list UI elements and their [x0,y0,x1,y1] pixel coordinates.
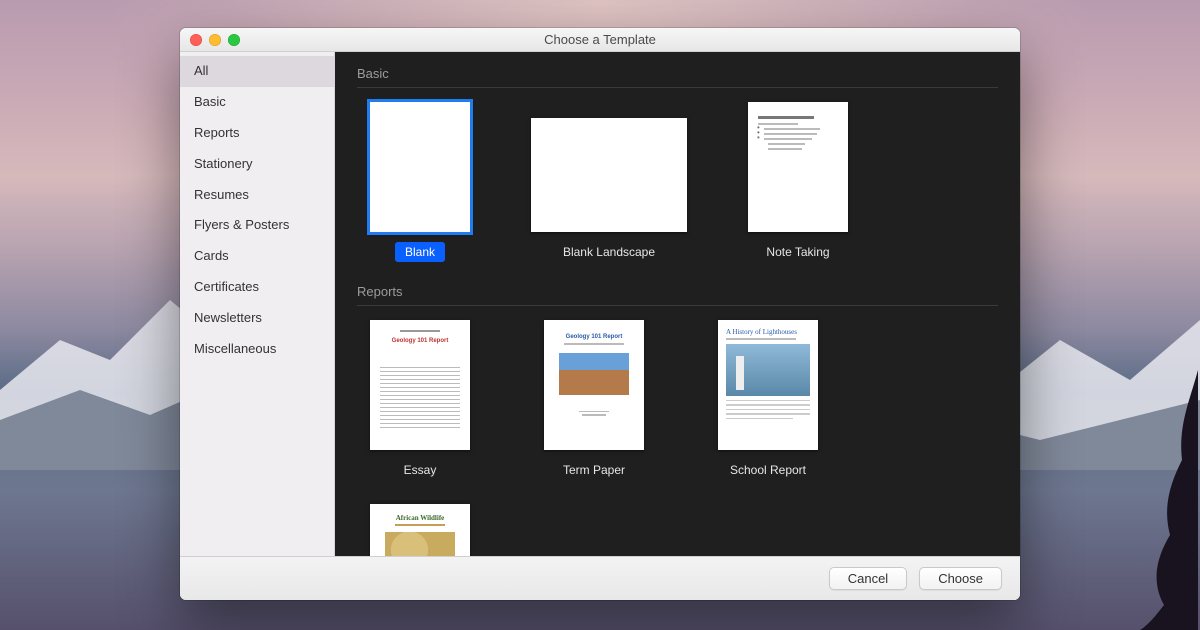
sidebar-item-newsletters[interactable]: Newsletters [180,303,334,334]
sidebar-item-stationery[interactable]: Stationery [180,149,334,180]
template-thumb: African Wildlife [370,504,470,556]
template-label: Essay [394,460,447,480]
template-thumb [531,118,687,232]
template-blank[interactable]: Blank [357,102,483,262]
sidebar-item-label: Reports [194,125,240,140]
thumb-preview-title: African Wildlife [370,514,470,522]
thumb-preview-title: Geology 101 Report [544,334,644,340]
sidebar-item-basic[interactable]: Basic [180,87,334,118]
template-thumb [370,102,470,232]
sidebar-item-label: Miscellaneous [194,341,276,356]
sidebar-item-reports[interactable]: Reports [180,118,334,149]
template-label: School Report [720,460,816,480]
window-controls [190,34,240,46]
template-thumb: Geology 101 Report [370,320,470,450]
sidebar-item-resumes[interactable]: Resumes [180,180,334,211]
footer: Cancel Choose [180,556,1020,600]
section-header-reports: Reports [357,280,998,305]
sidebar-item-label: Stationery [194,156,253,171]
window-title: Choose a Template [180,32,1020,47]
cancel-button[interactable]: Cancel [829,567,907,590]
sidebar-item-label: Certificates [194,279,259,294]
section-divider [357,305,998,306]
template-thumb [748,102,848,232]
sidebar-item-flyers-posters[interactable]: Flyers & Posters [180,210,334,241]
zoom-icon[interactable] [228,34,240,46]
template-blank-landscape[interactable]: Blank Landscape [531,102,687,262]
close-icon[interactable] [190,34,202,46]
sidebar-item-label: Cards [194,248,229,263]
section-divider [357,87,998,88]
titlebar[interactable]: Choose a Template [180,28,1020,52]
template-school-report[interactable]: A History of Lighthouses Schoo [705,320,831,480]
sidebar-item-label: Newsletters [194,310,262,325]
template-label: Blank [395,242,445,262]
template-label: Term Paper [553,460,635,480]
template-label: Blank Landscape [553,242,665,262]
thumb-preview-title: Geology 101 Report [370,338,470,344]
template-note-taking[interactable]: Note Taking [735,102,861,262]
sidebar-item-label: All [194,63,208,78]
section-header-basic: Basic [357,62,998,87]
sidebar-item-label: Basic [194,94,226,109]
template-chooser-window: Choose a Template All Basic Reports Stat… [180,28,1020,600]
template-label: Note Taking [756,242,839,262]
template-thumb: Geology 101 Report [544,320,644,450]
template-thumb: A History of Lighthouses [718,320,818,450]
template-gallery[interactable]: Basic Blank Blank Landscape [335,52,1020,556]
sidebar-item-cards[interactable]: Cards [180,241,334,272]
sidebar-item-miscellaneous[interactable]: Miscellaneous [180,334,334,365]
sidebar-item-certificates[interactable]: Certificates [180,272,334,303]
choose-button[interactable]: Choose [919,567,1002,590]
sidebar-item-all[interactable]: All [180,56,334,87]
sidebar-item-label: Flyers & Posters [194,217,289,232]
template-term-paper[interactable]: Geology 101 Report Term Paper [531,320,657,480]
sidebar-item-label: Resumes [194,187,249,202]
sidebar: All Basic Reports Stationery Resumes Fly… [180,52,335,556]
template-essay[interactable]: Geology 101 Report Essay [357,320,483,480]
template-visual-report[interactable]: African Wildlife Visual Report [357,504,483,556]
minimize-icon[interactable] [209,34,221,46]
thumb-preview-title: A History of Lighthouses [718,320,818,338]
desktop-wallpaper: Choose a Template All Basic Reports Stat… [0,0,1200,630]
